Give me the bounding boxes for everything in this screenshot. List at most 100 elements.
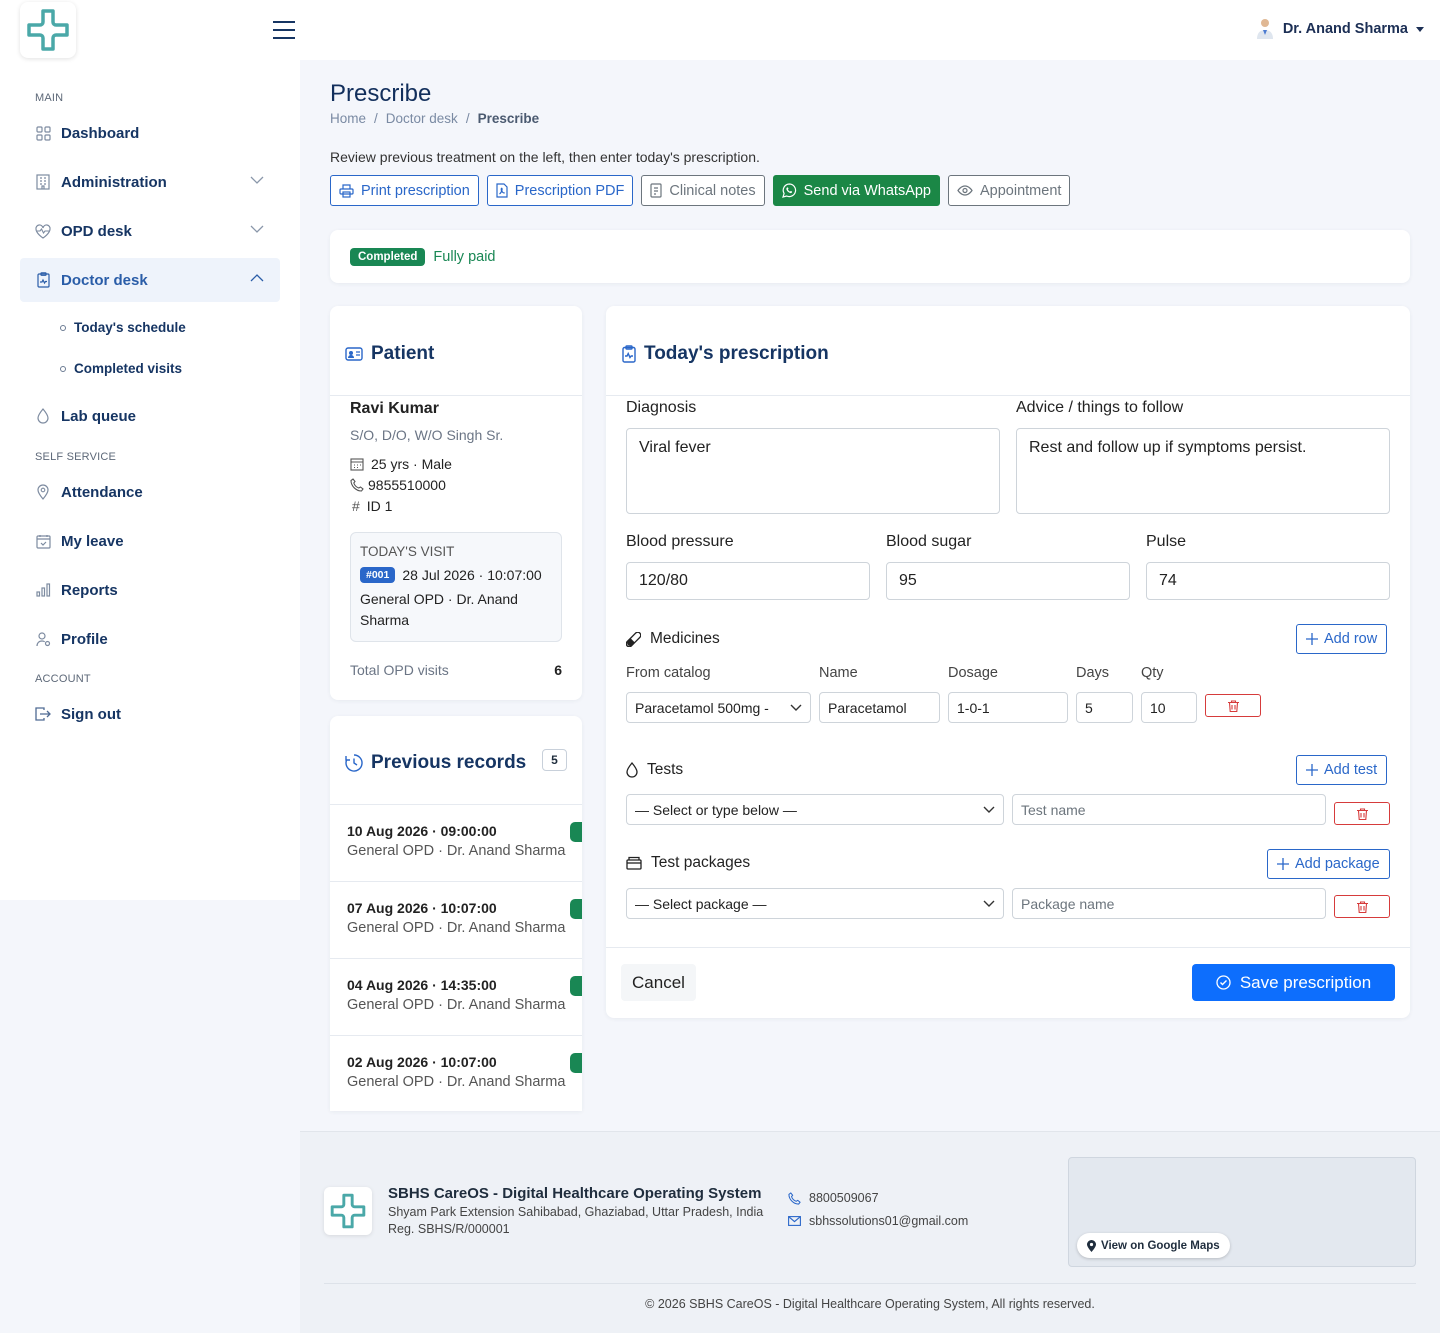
records-count-badge: 5 [542, 749, 567, 771]
package-name-input[interactable]: Package name [1012, 888, 1326, 919]
logo-cross-icon [330, 1193, 366, 1229]
sidebar-item-label: Profile [61, 630, 108, 648]
sidebar-item-reports[interactable]: Reports [20, 568, 280, 612]
divider [606, 395, 1410, 396]
sidebar-item-sign-out[interactable]: Sign out [20, 692, 280, 736]
sidebar-subitem-todays-schedule[interactable]: Today's schedule [60, 320, 186, 335]
blood-pressure-input[interactable]: 120/80 [626, 562, 870, 600]
capsule-icon [626, 631, 641, 647]
package-select[interactable]: — Select package — [626, 888, 1004, 919]
droplet-icon [626, 762, 638, 778]
age-gender-text: 25 yrs · Male [371, 456, 452, 472]
record-item[interactable]: 04 Aug 2026 · 14:35:00 General OPD · Dr.… [330, 958, 582, 1035]
sidebar-item-label: Doctor desk [61, 271, 148, 289]
sidebar-item-dashboard[interactable]: Dashboard [20, 111, 280, 155]
menu-toggle-icon[interactable] [272, 20, 296, 40]
medicine-days-input[interactable]: 5 [1076, 692, 1133, 723]
app-logo[interactable] [20, 2, 76, 58]
user-name: Dr. Anand Sharma [1282, 21, 1408, 37]
view-google-maps-button[interactable]: View on Google Maps [1077, 1233, 1230, 1258]
select-value: — Select or type below — [635, 801, 797, 818]
pulse-input[interactable]: 74 [1146, 562, 1390, 600]
sidebar-item-administration[interactable]: Administration [20, 160, 280, 204]
todays-visit-heading: TODAY'S VISIT [360, 544, 455, 559]
top-bar: Dr. Anand Sharma [0, 0, 1440, 60]
prescription-pdf-button[interactable]: Prescription PDF [486, 175, 634, 206]
patient-phone: 9855510000 [350, 477, 446, 493]
bar-chart-icon [35, 582, 51, 598]
tests-section-title: Tests [626, 761, 683, 779]
add-test-button[interactable]: Add test [1296, 755, 1388, 785]
user-gear-icon [35, 631, 51, 647]
calendar-check-icon [35, 533, 51, 549]
breadcrumb-doctor-desk[interactable]: Doctor desk [386, 111, 458, 126]
sidebar-item-label: My leave [61, 532, 124, 550]
test-name-input[interactable]: Test name [1012, 794, 1326, 825]
footer-email[interactable]: sbhssolutions01@gmail.com [788, 1214, 968, 1228]
clipboard-pulse-icon [35, 272, 51, 288]
tests-label: Tests [647, 761, 684, 778]
user-menu[interactable]: Dr. Anand Sharma [1255, 18, 1424, 40]
record-item[interactable]: 07 Aug 2026 · 10:07:00 General OPD · Dr.… [330, 881, 582, 958]
sign-out-icon [35, 706, 51, 722]
grid-icon [35, 125, 51, 141]
save-prescription-button[interactable]: Save prescription [1192, 964, 1395, 1001]
sidebar-item-doctor-desk[interactable]: Doctor desk [20, 258, 280, 302]
breadcrumb-home[interactable]: Home [330, 111, 366, 126]
file-pdf-icon [496, 183, 508, 198]
record-date: 04 Aug 2026 · 14:35:00 [347, 977, 497, 993]
clinical-notes-button[interactable]: Clinical notes [641, 175, 765, 206]
advice-textarea[interactable]: Rest and follow up if symptoms persist. [1016, 428, 1390, 514]
record-item[interactable]: 02 Aug 2026 · 10:07:00 General OPD · Dr.… [330, 1035, 582, 1111]
delete-test-button[interactable] [1334, 802, 1390, 825]
patient-id-text: ID 1 [366, 498, 393, 514]
test-select[interactable]: — Select or type below — [626, 794, 1004, 825]
map-embed[interactable]: View on Google Maps [1068, 1157, 1416, 1267]
medicine-catalog-select[interactable]: Paracetamol 500mg - [626, 692, 811, 723]
chevron-down-icon [250, 176, 264, 184]
sidebar-item-attendance[interactable]: Attendance [20, 470, 280, 514]
patient-card: Patient Ravi Kumar S/O, D/O, W/O Singh S… [330, 306, 582, 700]
trash-icon [1356, 807, 1368, 820]
chevron-down-icon [983, 806, 995, 813]
droplet-icon [35, 408, 51, 424]
delete-package-button[interactable] [1334, 895, 1390, 918]
diagnosis-textarea[interactable]: Viral fever [626, 428, 1000, 514]
patient-heading-label: Patient [371, 343, 435, 364]
print-prescription-button[interactable]: Print prescription [330, 175, 479, 206]
cancel-button[interactable]: Cancel [621, 964, 696, 1001]
send-whatsapp-button[interactable]: Send via WhatsApp [772, 175, 940, 206]
button-label: Clinical notes [669, 182, 756, 199]
medicine-qty-input[interactable]: 10 [1141, 692, 1197, 723]
sidebar-item-lab-queue[interactable]: Lab queue [20, 394, 280, 438]
blood-sugar-input[interactable]: 95 [886, 562, 1130, 600]
page-title: Prescribe [330, 80, 432, 107]
col-name-header: Name [819, 665, 858, 681]
footer-phone[interactable]: 8800509067 [788, 1191, 879, 1205]
sidebar-item-my-leave[interactable]: My leave [20, 519, 280, 563]
delete-medicine-button[interactable] [1205, 694, 1261, 717]
records-heading: Previous records [345, 752, 526, 774]
todays-visit-box: TODAY'S VISIT #001 28 Jul 2026 · 10:07:0… [350, 532, 562, 642]
sidebar-item-profile[interactable]: Profile [20, 617, 280, 661]
trash-icon [1356, 900, 1368, 913]
add-row-button[interactable]: Add row [1296, 624, 1388, 654]
footer-email-text: sbhssolutions01@gmail.com [809, 1214, 969, 1228]
appointment-button[interactable]: Appointment [948, 175, 1071, 206]
sidebar-subitem-completed-visits[interactable]: Completed visits [60, 361, 182, 376]
record-meta: General OPD · Dr. Anand Sharma [347, 920, 566, 936]
footer-org-name: SBHS CareOS - Digital Healthcare Operati… [388, 1185, 762, 1202]
add-package-button[interactable]: Add package [1267, 849, 1390, 879]
medicine-dosage-input[interactable]: 1-0-1 [948, 692, 1068, 723]
building-icon [35, 174, 51, 190]
sidebar-item-opd-desk[interactable]: OPD desk [20, 209, 280, 253]
patient-age-gender: 25 yrs · Male [350, 456, 452, 472]
medicine-name-input[interactable]: Paracetamol [819, 692, 940, 723]
record-item[interactable]: 10 Aug 2026 · 09:00:00 General OPD · Dr.… [330, 804, 582, 881]
breadcrumb: Home / Doctor desk / Prescribe [330, 111, 539, 126]
advice-label: Advice / things to follow [1016, 399, 1184, 416]
sidebar-item-label: Lab queue [61, 407, 137, 425]
col-qty-header: Qty [1141, 665, 1164, 681]
prescription-heading: Today's prescription [622, 343, 829, 365]
whatsapp-icon [781, 183, 796, 198]
